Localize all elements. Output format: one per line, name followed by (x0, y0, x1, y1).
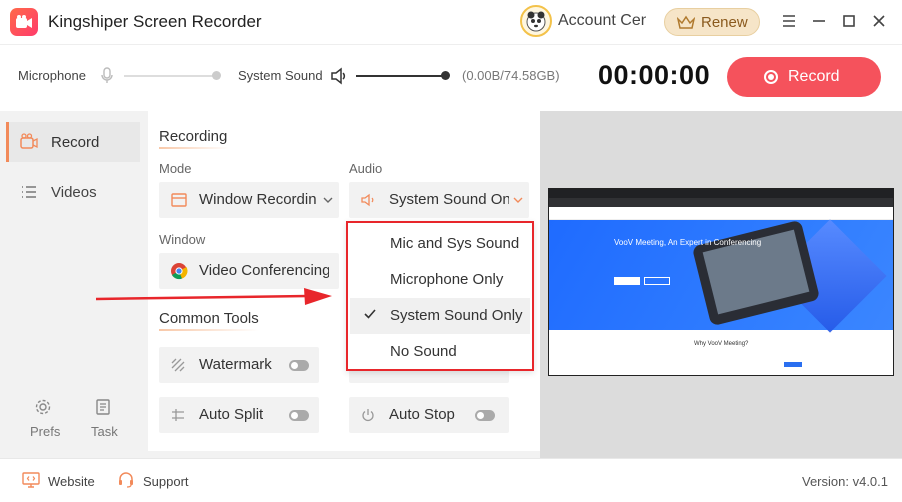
microphone-volume-slider[interactable] (124, 75, 218, 77)
preview-hero-button-outline (644, 277, 670, 285)
record-button-label: Record (788, 68, 840, 85)
sidebar-item-label[interactable]: Videos (51, 184, 97, 201)
audio-option-microphone-only[interactable]: Microphone Only (350, 262, 530, 298)
chrome-icon (171, 263, 188, 280)
storage-usage: (0.00B/74.58GB) (462, 68, 560, 83)
audio-option-no-sound[interactable]: No Sound (350, 334, 530, 370)
window-label: Window (159, 232, 206, 247)
split-icon (172, 409, 184, 421)
chevron-down-icon (323, 197, 333, 203)
preview-small-button (784, 362, 802, 367)
section-underline (159, 147, 229, 149)
preview-browser-tabbar (549, 189, 893, 198)
gear-icon[interactable] (34, 398, 52, 421)
headset-icon[interactable] (117, 471, 135, 494)
window-select[interactable]: Video Conferencing (159, 253, 339, 289)
watermark-tool[interactable]: Watermark (159, 347, 319, 383)
website-icon[interactable] (22, 472, 40, 493)
checkmark-icon (364, 309, 376, 319)
audio-label: Audio (349, 161, 383, 176)
audio-option-mic-and-sys[interactable]: Mic and Sys Sound (350, 226, 530, 262)
audio-value: System Sound Only (389, 191, 509, 208)
record-dot-icon (764, 70, 778, 84)
watermark-label: Watermark (199, 356, 272, 373)
list-icon (20, 183, 38, 206)
auto-stop-label: Auto Stop (389, 406, 455, 423)
section-underline (159, 329, 259, 331)
app-logo-icon (10, 8, 38, 36)
mode-value: Window Recording (199, 191, 317, 208)
version-label: Version: v4.0.1 (802, 474, 888, 489)
audio-option-label: Mic and Sys Sound (390, 235, 520, 252)
preview-hero-button (614, 277, 640, 285)
preview-section-title: Why VooV Meeting? (694, 341, 749, 347)
system-volume-slider[interactable] (356, 75, 446, 77)
system-volume-knob[interactable] (441, 71, 450, 80)
common-tools-title: Common Tools (159, 310, 259, 327)
account-avatar-icon[interactable] (520, 5, 552, 37)
system-sound-label: System Sound (238, 68, 323, 83)
footer (0, 458, 902, 502)
sidebar (0, 111, 146, 458)
auto-split-tool[interactable]: Auto Split (159, 397, 319, 433)
auto-stop-tool[interactable]: Auto Stop (349, 397, 509, 433)
window-icon (171, 193, 187, 207)
audio-option-label: Microphone Only (390, 271, 504, 288)
website-link[interactable]: Website (48, 474, 95, 489)
record-button[interactable]: Record (727, 57, 881, 97)
power-icon (362, 409, 374, 422)
preview-hero-title: VooV Meeting, An Expert in Conferencing (614, 238, 762, 247)
speaker-icon[interactable] (330, 66, 348, 91)
mode-select[interactable]: Window Recording (159, 182, 339, 218)
auto-stop-toggle[interactable] (475, 410, 495, 421)
menu-icon[interactable] (778, 10, 800, 32)
chevron-down-icon (513, 197, 523, 203)
recording-timer: 00:00:00 (598, 60, 711, 90)
renew-label: Renew (701, 14, 748, 31)
microphone-label: Microphone (18, 68, 86, 83)
audio-option-system-sound-only[interactable]: System Sound Only (350, 298, 530, 334)
task-label[interactable]: Task (91, 424, 118, 439)
speaker-icon (361, 193, 374, 207)
maximize-icon[interactable] (838, 10, 860, 32)
renew-button[interactable]: Renew (664, 8, 760, 36)
auto-split-toggle[interactable] (289, 410, 309, 421)
close-icon[interactable] (868, 10, 890, 32)
camera-icon (20, 133, 38, 156)
preview-browser-urlbar (549, 198, 893, 207)
minimize-icon[interactable] (808, 10, 830, 32)
microphone-volume-knob[interactable] (212, 71, 221, 80)
prefs-label[interactable]: Prefs (30, 424, 60, 439)
audio-dropdown-menu: Mic and Sys Sound Microphone Only System… (346, 221, 534, 371)
app-title: Kingshiper Screen Recorder (48, 12, 262, 31)
sidebar-item-label[interactable]: Record (51, 134, 99, 151)
support-link[interactable]: Support (143, 474, 189, 489)
annotation-arrow-icon (96, 288, 332, 305)
audio-option-label: No Sound (390, 343, 457, 360)
task-icon[interactable] (94, 398, 112, 421)
window-value: Video Conferencing (199, 262, 329, 279)
mode-label: Mode (159, 161, 192, 176)
watermark-toggle[interactable] (289, 360, 309, 371)
watermark-icon (171, 358, 185, 372)
account-center-link[interactable]: Account Center (558, 12, 646, 30)
audio-select[interactable]: System Sound Only (349, 182, 529, 218)
microphone-icon[interactable] (100, 66, 114, 91)
recording-section-title: Recording (159, 128, 228, 145)
audio-option-label: System Sound Only (390, 307, 523, 324)
preview-site-nav (549, 207, 893, 220)
crown-icon (677, 15, 695, 29)
auto-split-label: Auto Split (199, 406, 264, 423)
